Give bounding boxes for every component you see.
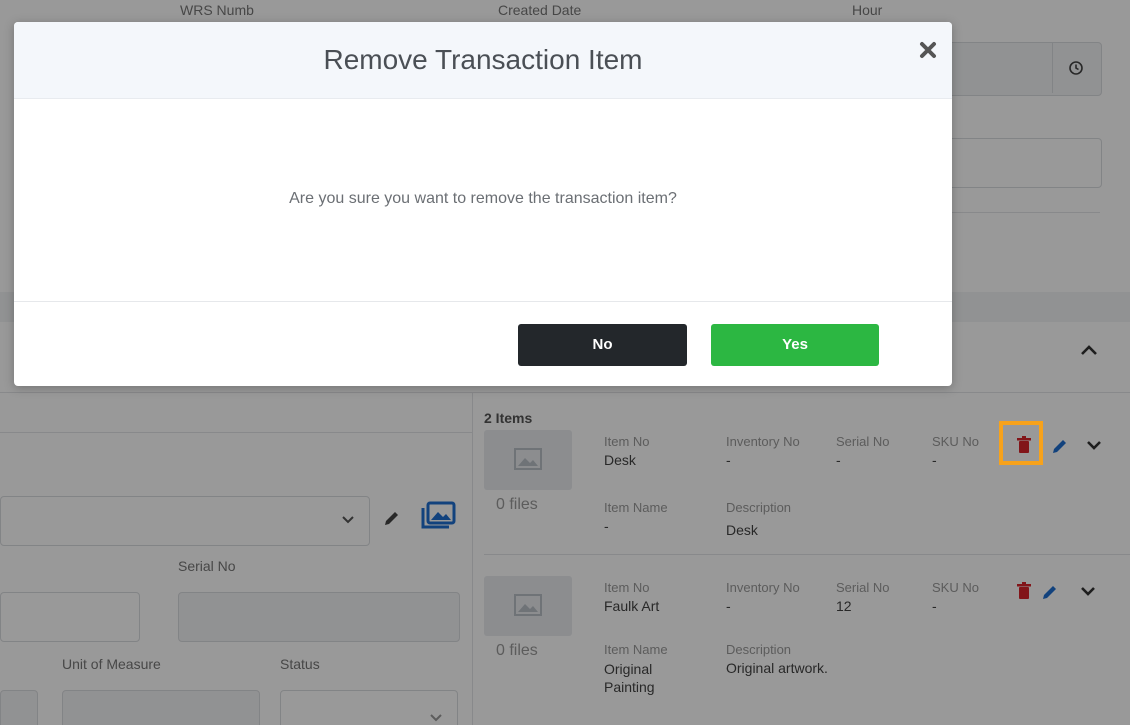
no-button[interactable]: No xyxy=(518,324,687,366)
modal-title: Remove Transaction Item xyxy=(323,44,643,75)
remove-transaction-item-dialog: Remove Transaction Item Are you sure you… xyxy=(14,22,952,386)
divider xyxy=(14,301,952,302)
page: WRS Numb Created Date Hour Serial No Uni… xyxy=(0,0,1130,725)
yes-button[interactable]: Yes xyxy=(711,324,879,366)
modal-message: Are you sure you want to remove the tran… xyxy=(289,190,677,207)
close-icon[interactable] xyxy=(914,36,942,64)
delete-highlight-box xyxy=(999,421,1043,465)
